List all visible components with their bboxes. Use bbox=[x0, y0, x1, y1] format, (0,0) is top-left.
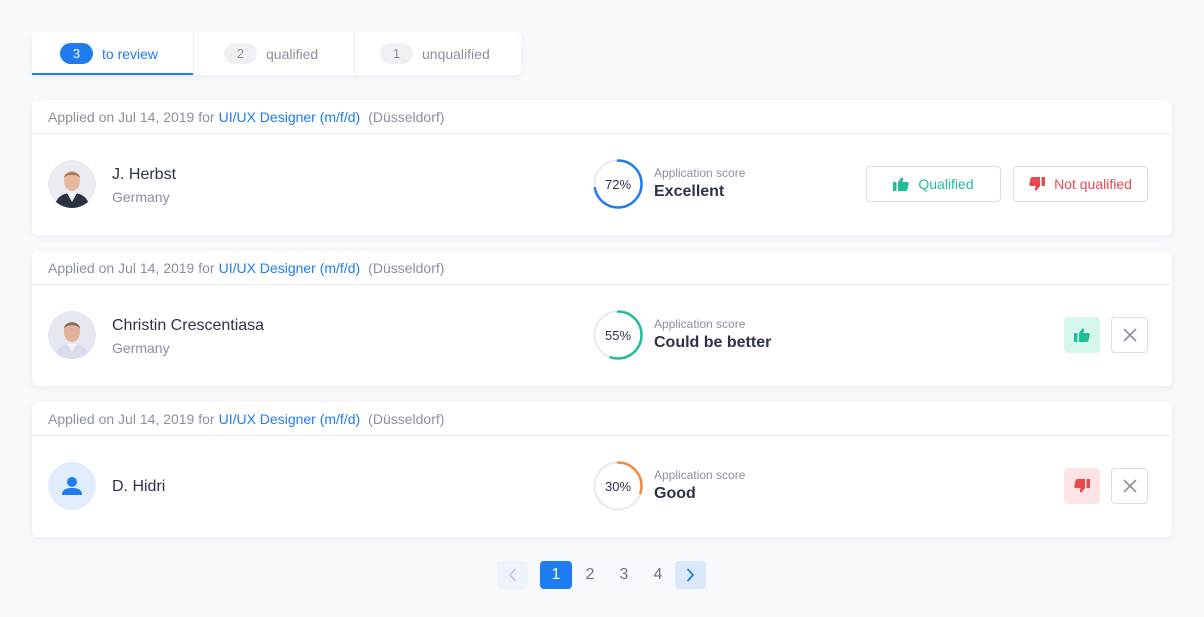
tab-to-review[interactable]: 3 to review bbox=[32, 32, 193, 75]
application-card: Applied on Jul 14, 2019 for UI/UX Design… bbox=[32, 251, 1172, 386]
previous-page-button[interactable] bbox=[497, 561, 528, 589]
thumbs-up-icon bbox=[1074, 328, 1090, 342]
avatar bbox=[48, 311, 96, 359]
thumbs-down-icon bbox=[1029, 177, 1046, 191]
chevron-left-icon bbox=[508, 568, 517, 582]
job-location: (Düsseldorf) bbox=[368, 259, 445, 276]
applicant-name[interactable]: J. Herbst bbox=[112, 165, 176, 185]
pagination: 1 2 3 4 bbox=[497, 561, 706, 589]
not-qualified-button[interactable]: Not qualified bbox=[1013, 166, 1148, 202]
score-caption: Application score bbox=[654, 166, 746, 180]
applicant-name[interactable]: Christin Crescentiasa bbox=[112, 316, 264, 336]
application-header: Applied on Jul 14, 2019 for UI/UX Design… bbox=[32, 402, 1172, 436]
applicant-info: D. Hidri bbox=[112, 477, 165, 497]
page-1-button[interactable]: 1 bbox=[540, 561, 572, 589]
applicant-info: J. Herbst Germany bbox=[112, 165, 176, 205]
score-rating: Excellent bbox=[654, 183, 725, 200]
applied-date-text: Applied on Jul 14, 2019 for bbox=[48, 108, 215, 125]
next-page-button[interactable] bbox=[675, 561, 706, 589]
qualified-button[interactable]: Qualified bbox=[866, 166, 1001, 202]
job-location: (Düsseldorf) bbox=[368, 108, 445, 125]
dismiss-button[interactable] bbox=[1111, 468, 1148, 504]
score-summary: Application score Could be better bbox=[654, 317, 771, 352]
tab-unqualified[interactable]: 1 unqualified bbox=[354, 32, 521, 75]
applicant-country: Germany bbox=[112, 340, 170, 356]
page-4-button[interactable]: 4 bbox=[642, 561, 674, 589]
tab-label: unqualified bbox=[422, 45, 490, 62]
score-ring: 55% bbox=[593, 310, 643, 360]
qualified-label: Qualified bbox=[918, 176, 974, 192]
applicant-info: Christin Crescentiasa Germany bbox=[112, 316, 264, 356]
score-rating: Could be better bbox=[654, 334, 772, 351]
application-header: Applied on Jul 14, 2019 for UI/UX Design… bbox=[32, 100, 1172, 134]
thumbs-up-icon bbox=[893, 177, 910, 191]
page-2-button[interactable]: 2 bbox=[574, 561, 606, 589]
qualified-button[interactable] bbox=[1064, 317, 1100, 353]
applied-date-text: Applied on Jul 14, 2019 for bbox=[48, 259, 215, 276]
tab-count-badge: 2 bbox=[224, 43, 257, 64]
close-icon bbox=[1123, 479, 1137, 493]
score-percent: 30% bbox=[604, 478, 632, 494]
score-summary: Application score Excellent bbox=[654, 166, 745, 201]
close-icon bbox=[1123, 328, 1137, 342]
score-ring: 72% bbox=[593, 159, 643, 209]
score-percent: 72% bbox=[604, 176, 632, 192]
page-3-button[interactable]: 3 bbox=[608, 561, 640, 589]
tab-count-badge: 3 bbox=[60, 43, 93, 64]
avatar bbox=[48, 160, 96, 208]
application-card: Applied on Jul 14, 2019 for UI/UX Design… bbox=[32, 100, 1172, 235]
applicant-name[interactable]: D. Hidri bbox=[112, 477, 165, 497]
job-title-link[interactable]: UI/UX Designer (m/f/d) bbox=[219, 411, 361, 427]
dismiss-button[interactable] bbox=[1111, 317, 1148, 353]
applied-date-text: Applied on Jul 14, 2019 for bbox=[48, 410, 215, 427]
avatar-placeholder bbox=[48, 462, 96, 510]
chevron-right-icon bbox=[686, 568, 695, 582]
score-percent: 55% bbox=[604, 327, 632, 343]
tab-count-badge: 1 bbox=[380, 43, 413, 64]
job-title-link[interactable]: UI/UX Designer (m/f/d) bbox=[219, 260, 361, 276]
score-summary: Application score Good bbox=[654, 468, 745, 503]
tab-label: to review bbox=[102, 45, 159, 62]
score-caption: Application score bbox=[654, 468, 746, 482]
tab-qualified[interactable]: 2 qualified bbox=[193, 32, 354, 75]
score-caption: Application score bbox=[654, 317, 746, 331]
thumbs-down-icon bbox=[1074, 479, 1090, 493]
status-tabs: 3 to review 2 qualified 1 unqualified bbox=[32, 32, 521, 75]
tab-label: qualified bbox=[266, 45, 319, 62]
score-ring: 30% bbox=[593, 461, 643, 511]
not-qualified-button[interactable] bbox=[1064, 468, 1100, 504]
application-header: Applied on Jul 14, 2019 for UI/UX Design… bbox=[32, 251, 1172, 285]
application-card: Applied on Jul 14, 2019 for UI/UX Design… bbox=[32, 402, 1172, 537]
applicant-country: Germany bbox=[112, 189, 170, 205]
score-rating: Good bbox=[654, 485, 696, 502]
not-qualified-label: Not qualified bbox=[1054, 176, 1132, 192]
job-location: (Düsseldorf) bbox=[368, 410, 445, 427]
job-title-link[interactable]: UI/UX Designer (m/f/d) bbox=[219, 109, 361, 125]
